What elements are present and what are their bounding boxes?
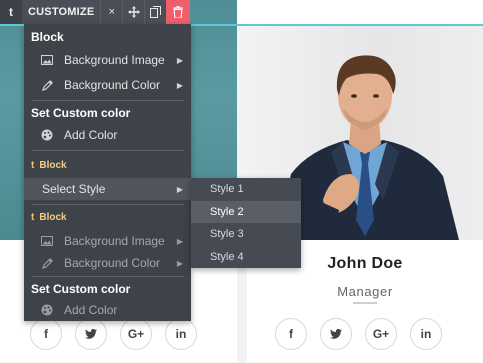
menu-item-add-color[interactable]: Add Color (24, 124, 191, 146)
block-handle-icon: t (31, 160, 35, 171)
menu-item-background-color[interactable]: Background Color ▶ (24, 74, 191, 96)
style-option-1[interactable]: Style 1 (191, 178, 301, 201)
chevron-right-icon: ▶ (176, 236, 183, 246)
image-icon (40, 55, 54, 65)
block-handle-icon[interactable]: t (0, 0, 22, 24)
social-links-left: f G+ in (30, 318, 210, 350)
sub-block-label: t Block (31, 160, 67, 171)
chevron-right-icon: ▶ (176, 184, 183, 194)
move-icon[interactable] (122, 0, 144, 24)
menu-heading-block: Block (31, 30, 64, 44)
block-toolbar: t CUSTOMIZE × (0, 0, 191, 24)
page-canvas: f G+ in John Doe Manager f G+ in t CUSTO… (0, 0, 483, 363)
menu-item-background-image[interactable]: Background Image ▶ (24, 49, 191, 71)
social-links-right: f G+ in (275, 318, 455, 350)
style-option-4[interactable]: Style 4 (191, 246, 301, 269)
menu-divider (31, 100, 184, 101)
close-icon[interactable]: × (100, 0, 122, 24)
duplicate-icon[interactable] (144, 0, 166, 24)
customize-button[interactable]: CUSTOMIZE (22, 0, 100, 24)
twitter-icon[interactable] (320, 318, 352, 350)
person-role: Manager (337, 284, 393, 299)
facebook-icon[interactable]: f (30, 318, 62, 350)
palette-icon (40, 129, 54, 141)
twitter-icon[interactable] (75, 318, 107, 350)
linkedin-icon[interactable]: in (410, 318, 442, 350)
google-plus-icon[interactable]: G+ (365, 318, 397, 350)
chevron-right-icon: ▶ (176, 258, 183, 268)
menu-item-add-color[interactable]: Add Color (24, 299, 191, 321)
menu-heading-custom-color: Set Custom color (31, 282, 131, 296)
menu-item-label: Background Image (64, 234, 165, 248)
block-handle-icon: t (31, 212, 35, 223)
menu-item-background-color[interactable]: Background Color ▶ (24, 252, 191, 274)
menu-item-label: Background Image (64, 53, 165, 67)
google-plus-icon[interactable]: G+ (120, 318, 152, 350)
trash-icon[interactable] (166, 0, 191, 24)
menu-item-label: Background Color (64, 78, 161, 92)
menu-divider (31, 150, 184, 151)
eyedropper-icon (40, 79, 54, 91)
menu-item-label: Add Color (64, 128, 118, 142)
menu-item-label: Background Color (64, 256, 161, 270)
chevron-right-icon: ▶ (176, 80, 183, 90)
eyedropper-icon (40, 257, 54, 269)
menu-item-background-image[interactable]: Background Image ▶ (24, 230, 191, 252)
menu-divider (31, 276, 184, 277)
menu-heading-custom-color: Set Custom color (31, 106, 131, 120)
customize-menu: Block Background Image ▶ Background Colo… (24, 24, 191, 321)
facebook-icon[interactable]: f (275, 318, 307, 350)
style-option-3[interactable]: Style 3 (191, 223, 301, 246)
menu-divider (31, 204, 184, 205)
style-option-2[interactable]: Style 2 (191, 200, 301, 223)
menu-item-label: Add Color (64, 303, 118, 317)
role-divider (353, 302, 377, 304)
palette-icon (40, 304, 54, 316)
menu-item-label: Select Style (42, 182, 106, 196)
menu-item-select-style[interactable]: Select Style ▶ (24, 178, 191, 200)
style-submenu: Style 1 Style 2 Style 3 Style 4 (191, 178, 301, 268)
linkedin-icon[interactable]: in (165, 318, 197, 350)
sub-block-label: t Block (31, 212, 67, 223)
image-icon (40, 236, 54, 246)
chevron-right-icon: ▶ (176, 55, 183, 65)
